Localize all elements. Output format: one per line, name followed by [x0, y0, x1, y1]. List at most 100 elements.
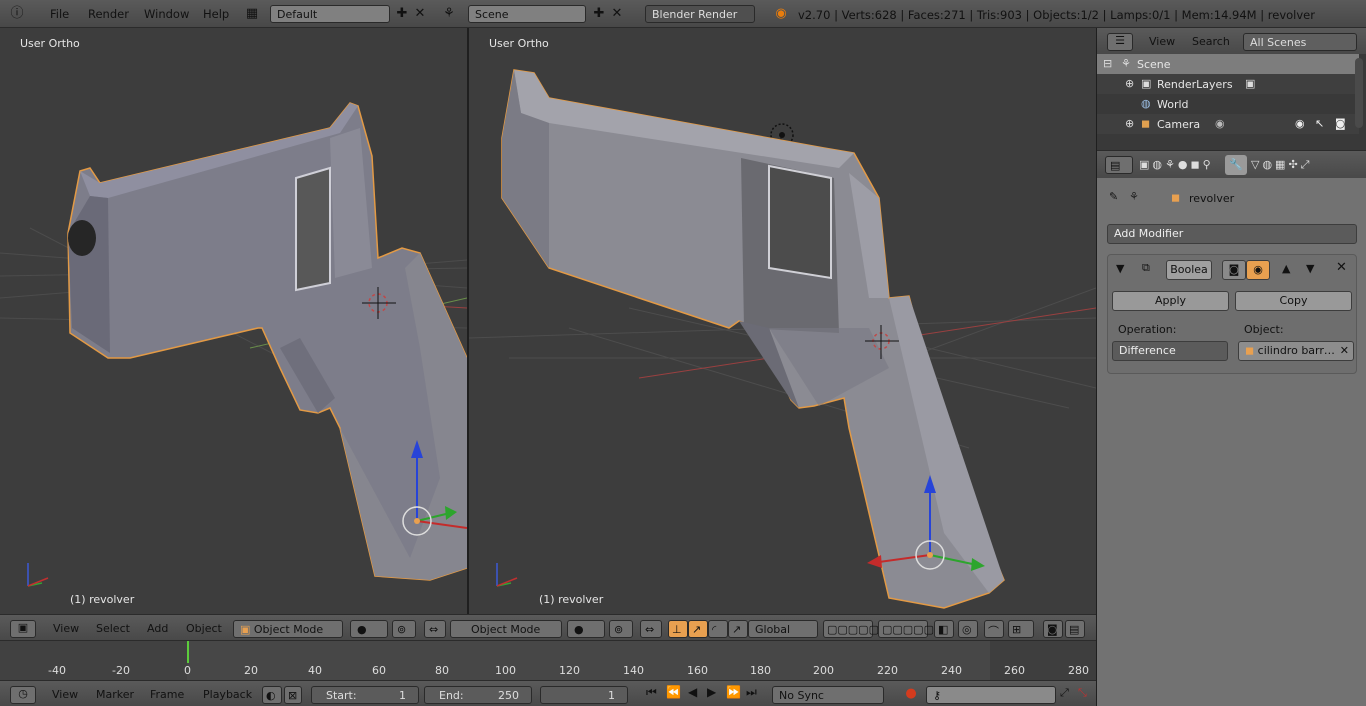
outliner-row-renderlayers[interactable]: ⊕ ▣ RenderLayers ▣ [1097, 74, 1359, 94]
remove-layout-icon[interactable]: ✕ [411, 5, 429, 23]
manipulator-icon[interactable]: ⇔ [640, 620, 662, 638]
render-anim-icon[interactable]: ▤ [1065, 620, 1085, 638]
pivot-icon-2[interactable]: ⊚ [609, 620, 633, 638]
remove-modifier-icon[interactable]: ✕ [1336, 260, 1347, 275]
play-icon[interactable]: ▶ [707, 685, 716, 703]
delete-key-icon[interactable]: ⤡ [1078, 686, 1087, 704]
viewport-right[interactable]: User Ortho (1) revolver [469, 28, 1096, 614]
viewport-left[interactable]: User Ortho (1) revolver [0, 28, 467, 614]
visibility-eye-icon[interactable]: ◉ [1295, 117, 1305, 130]
snap-element-icon[interactable]: ⊞ [1008, 620, 1034, 638]
rotate-manip-icon[interactable]: ↗ [688, 620, 708, 638]
remove-scene-icon[interactable]: ✕ [608, 5, 626, 23]
next-key-icon[interactable]: ⏩ [726, 685, 741, 703]
layout-field[interactable]: Default [270, 5, 390, 23]
keying-set-field[interactable]: ⚷ [926, 686, 1056, 704]
menu-help[interactable]: Help [203, 7, 229, 21]
outliner-menu-view[interactable]: View [1149, 35, 1175, 53]
clear-object-icon[interactable]: ✕ [1340, 344, 1349, 357]
render-camera-icon[interactable]: ◙ [1335, 117, 1346, 130]
pin-icon[interactable]: ✎ [1109, 190, 1118, 203]
properties-editor-icon[interactable]: ▤ [1105, 156, 1133, 174]
render-toggle-icon[interactable]: ◙ [1222, 260, 1246, 280]
outliner-row-world[interactable]: ◍ World [1097, 94, 1359, 114]
timeline-area[interactable]: -40 -20 0 20 40 60 80 100 120 140 160 18… [0, 640, 1096, 681]
menu-file[interactable]: File [50, 7, 69, 21]
menu-add[interactable]: Add [147, 622, 168, 640]
scale-manip-icon[interactable]: ◜ [708, 620, 728, 638]
screen-layout-icon[interactable]: ▦ [243, 5, 261, 23]
add-layout-icon[interactable]: ✚ [393, 5, 411, 23]
editor-type-cube-icon[interactable]: ▣ [10, 620, 36, 638]
right-object-label: (1) revolver [539, 593, 604, 606]
current-frame-indicator[interactable] [187, 641, 189, 663]
current-frame-field[interactable]: 1 [540, 686, 628, 704]
outliner-filter-select[interactable]: All Scenes [1243, 33, 1357, 51]
timeline-menu-playback[interactable]: Playback [203, 688, 252, 706]
menu-select[interactable]: Select [96, 622, 130, 640]
timeline-menu-marker[interactable]: Marker [96, 688, 134, 706]
expand-icon[interactable]: ⊕ [1125, 117, 1134, 130]
render-camera-icon[interactable]: ◙ [1043, 620, 1063, 638]
menu-object[interactable]: Object [186, 622, 222, 640]
viewport-toggle-eye-icon[interactable]: ◉ [1246, 260, 1270, 280]
info-editor-icon[interactable]: ⓘ [8, 5, 26, 23]
select-cursor-icon[interactable]: ↖ [1315, 117, 1324, 130]
proportional-edit-icon[interactable]: ◎ [958, 620, 978, 638]
outliner-row-camera[interactable]: ⊕ ◼ Camera ◉ ◉ ↖ ◙ [1097, 114, 1359, 134]
move-up-icon[interactable]: ▲ [1282, 262, 1290, 275]
viewport-shading-select[interactable]: ● [350, 620, 388, 638]
snap-toggle-icon[interactable]: ⌒ [984, 620, 1004, 638]
jump-end-icon[interactable]: ⏭ [746, 685, 757, 703]
expand-icon[interactable]: ⊕ [1125, 77, 1134, 90]
add-scene-icon[interactable]: ✚ [590, 5, 608, 23]
timeline-menu-frame[interactable]: Frame [150, 688, 184, 706]
property-tab-icons-2[interactable]: ▽◍▦✣⤢ [1251, 158, 1312, 172]
timeline-menu-view[interactable]: View [52, 688, 78, 706]
outliner-editor-icon[interactable]: ☰ [1107, 33, 1133, 51]
outliner-scrollbar[interactable] [1355, 58, 1363, 128]
modifier-wrench-icon[interactable]: 🔧 [1225, 155, 1247, 175]
sync-select[interactable]: No Sync [772, 686, 884, 704]
object-field[interactable]: ◼ cilindro barr… ✕ [1238, 341, 1354, 361]
insert-key-icon[interactable]: ⤢ [1060, 686, 1069, 704]
render-engine-select[interactable]: Blender Render [645, 5, 755, 23]
menu-window[interactable]: Window [144, 7, 189, 21]
move-down-icon[interactable]: ▼ [1306, 262, 1314, 275]
viewport-shading-select-2[interactable]: ● [567, 620, 605, 638]
jump-start-icon[interactable]: ⏮ [646, 685, 657, 703]
copy-button[interactable]: Copy [1235, 291, 1352, 311]
apply-button[interactable]: Apply [1112, 291, 1229, 311]
collapse-icon[interactable]: ⊟ [1103, 57, 1112, 70]
start-frame-field[interactable]: Start: 1 [311, 686, 419, 704]
outliner-menu-search[interactable]: Search [1192, 35, 1230, 53]
menu-view[interactable]: View [53, 622, 79, 640]
mode-select-left[interactable]: ▣ Object Mode [233, 620, 343, 638]
scene-icon[interactable]: ⚘ [440, 5, 458, 23]
lock-layers-icon[interactable]: ◧ [934, 620, 954, 638]
outliner-row-scene[interactable]: ⊟ ⚘ Scene [1097, 54, 1359, 74]
tick-label: 0 [184, 664, 191, 677]
lock-icon[interactable]: ⊠ [284, 686, 302, 704]
scene-field[interactable]: Scene [468, 5, 586, 23]
mode-select-right[interactable]: Object Mode [450, 620, 562, 638]
layers-grid-b[interactable]: ▢▢▢▢▢ [878, 620, 934, 638]
play-reverse-icon[interactable]: ◀ [688, 685, 697, 703]
collapse-triangle-icon[interactable]: ▼ [1116, 262, 1124, 275]
record-icon[interactable]: ● [903, 686, 919, 704]
prev-key-icon[interactable]: ⏪ [666, 685, 681, 703]
pointer-manip-icon[interactable]: ↗ [728, 620, 748, 638]
add-modifier-select[interactable]: Add Modifier [1107, 224, 1357, 244]
transform-icon[interactable]: ⇔ [424, 620, 446, 638]
translate-manip-icon[interactable]: ⊥ [668, 620, 688, 638]
property-tab-icons[interactable]: ▣◍⚘●◼⚲ [1139, 158, 1214, 171]
layers-grid-a[interactable]: ▢▢▢▢▢ [823, 620, 879, 638]
orientation-select[interactable]: Global [748, 620, 818, 638]
menu-render[interactable]: Render [88, 7, 129, 21]
end-frame-field[interactable]: End: 250 [424, 686, 532, 704]
pivot-icon[interactable]: ⊚ [392, 620, 416, 638]
modifier-name-field[interactable]: Boolea [1166, 260, 1212, 280]
timeline-editor-icon[interactable]: ◷ [10, 686, 36, 704]
operation-select[interactable]: Difference [1112, 341, 1228, 361]
keying-icon[interactable]: ◐ [262, 686, 282, 704]
